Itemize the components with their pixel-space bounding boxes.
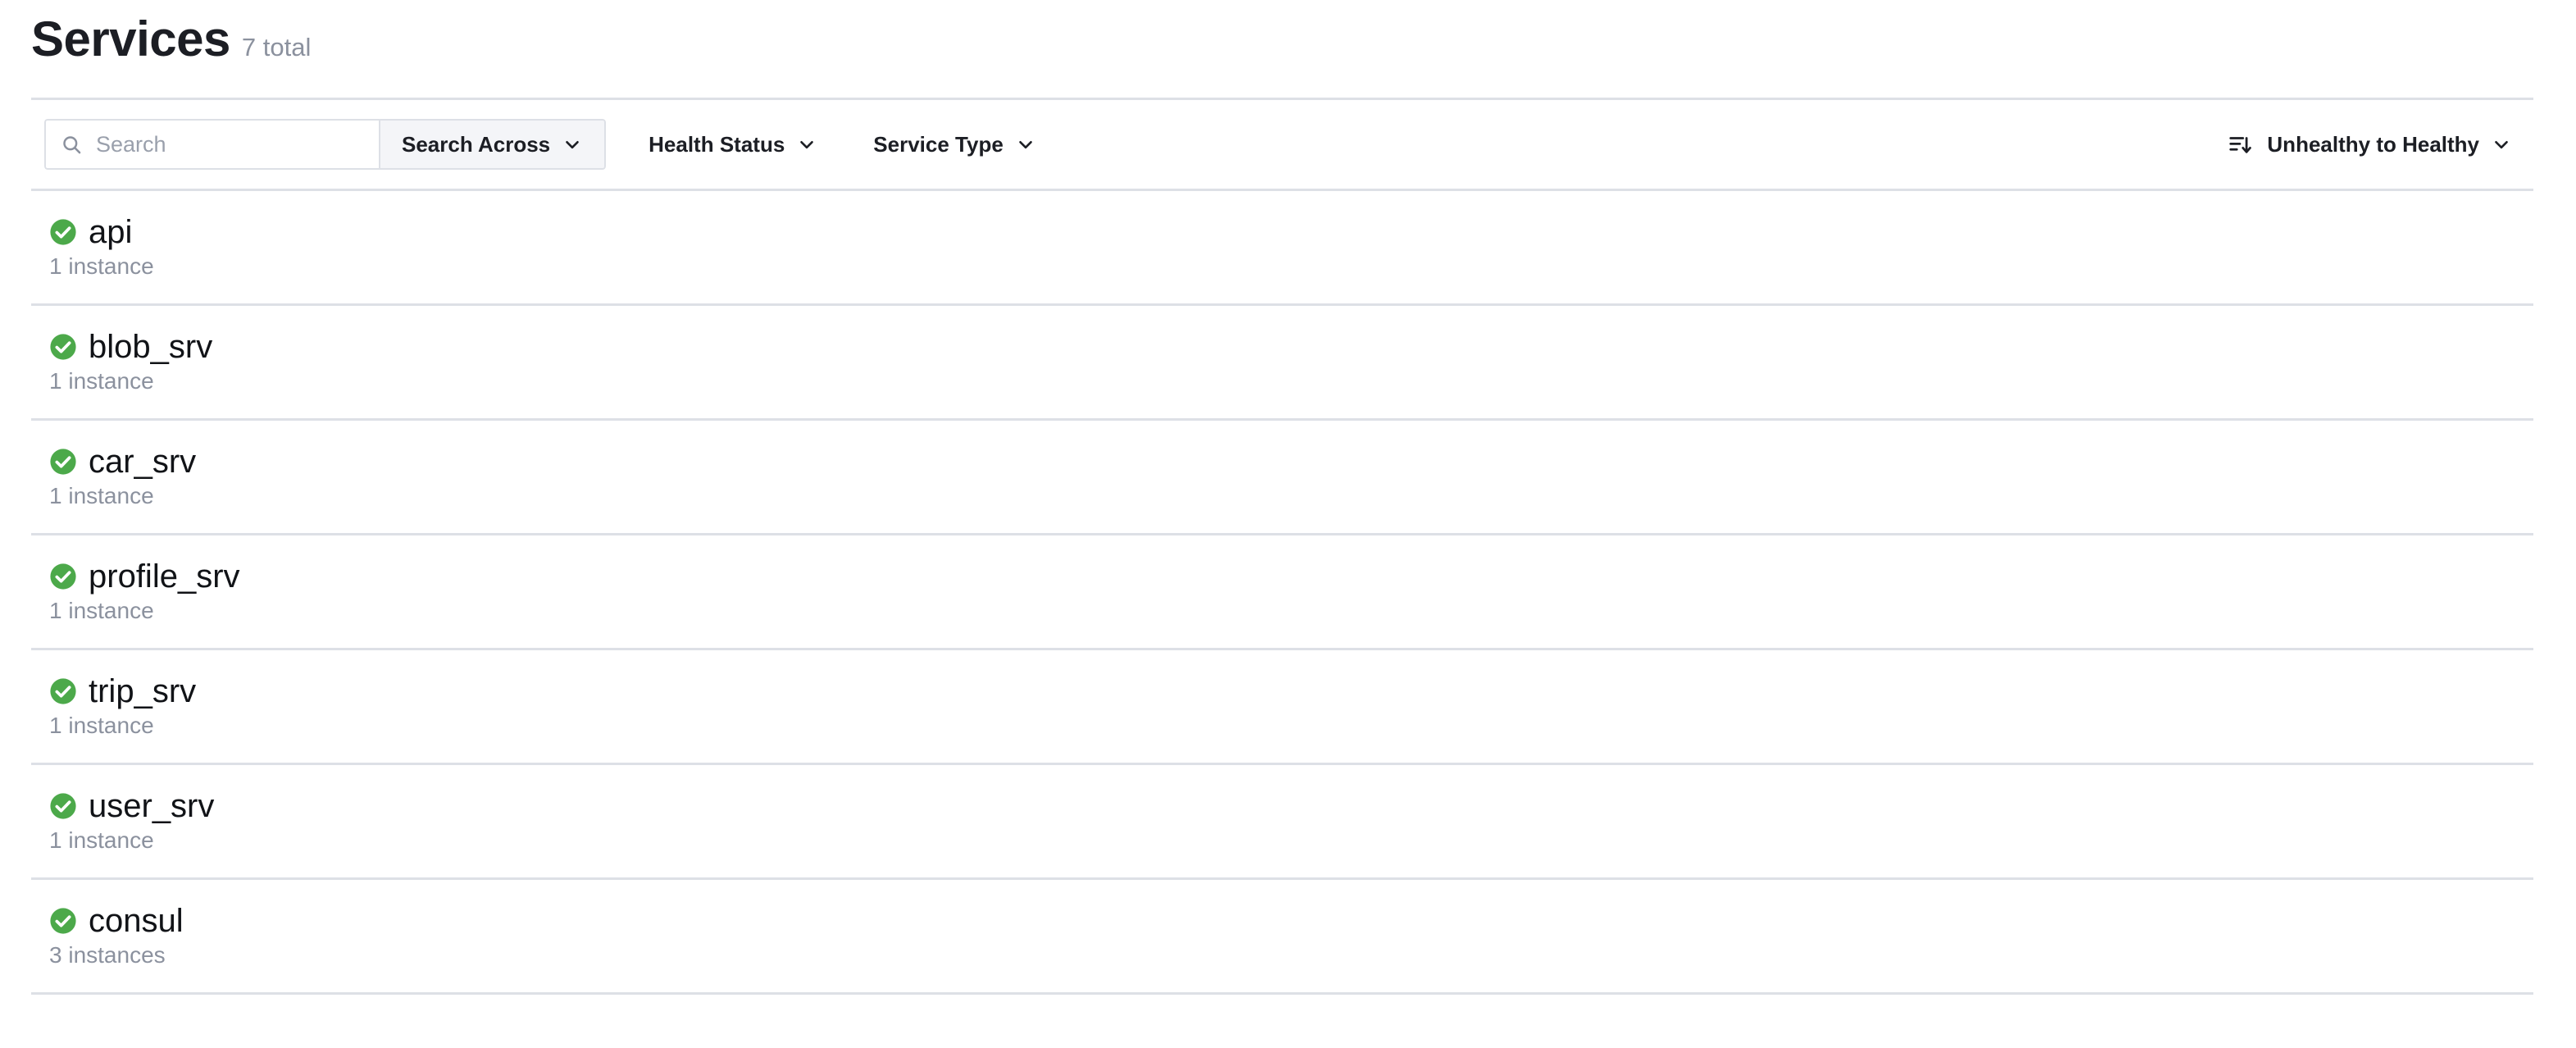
service-title-line: blob_srv bbox=[49, 330, 2533, 364]
service-instance-count: 3 instances bbox=[49, 942, 166, 968]
service-name: profile_srv bbox=[89, 558, 240, 595]
chevron-down-icon bbox=[550, 134, 583, 155]
service-list: api 1 instance blob_srv 1 instance car_srv 1 … bbox=[31, 191, 2533, 995]
check-circle-icon bbox=[49, 677, 89, 705]
service-row[interactable]: blob_srv 1 instance bbox=[31, 306, 2533, 421]
page-header: Services 7 total bbox=[0, 0, 2576, 79]
search-input[interactable] bbox=[96, 131, 358, 157]
check-circle-icon bbox=[49, 907, 89, 935]
chevron-down-icon bbox=[785, 134, 817, 155]
sort-label: Unhealthy to Healthy bbox=[2267, 131, 2479, 157]
check-circle-icon bbox=[49, 792, 89, 820]
service-row[interactable]: api 1 instance bbox=[31, 191, 2533, 306]
service-name: api bbox=[89, 214, 133, 251]
service-row[interactable]: consul 3 instances bbox=[31, 880, 2533, 995]
search-group: Search Across bbox=[44, 119, 607, 170]
service-name: consul bbox=[89, 903, 184, 940]
check-circle-icon bbox=[49, 218, 89, 246]
service-title-line: api bbox=[49, 215, 2533, 249]
service-title-line: profile_srv bbox=[49, 559, 2533, 594]
service-row[interactable]: car_srv 1 instance bbox=[31, 421, 2533, 535]
check-circle-icon bbox=[49, 333, 89, 361]
service-name: trip_srv bbox=[89, 673, 197, 710]
page-title: Services bbox=[31, 11, 230, 66]
service-title-line: consul bbox=[49, 904, 2533, 938]
sort-descending-icon bbox=[2228, 132, 2267, 157]
chevron-down-icon bbox=[2479, 134, 2512, 155]
service-name: car_srv bbox=[89, 444, 197, 481]
search-across-dropdown[interactable]: Search Across bbox=[379, 119, 607, 170]
service-count-label: 7 total bbox=[241, 33, 312, 62]
chevron-down-icon bbox=[1004, 134, 1036, 155]
search-icon bbox=[61, 134, 96, 156]
service-name: blob_srv bbox=[89, 329, 213, 366]
search-field[interactable] bbox=[44, 119, 379, 170]
filter-toolbar: Search Across Health Status Service Type bbox=[31, 98, 2533, 191]
service-instance-count: 1 instance bbox=[49, 713, 154, 739]
service-row[interactable]: trip_srv 1 instance bbox=[31, 650, 2533, 765]
check-circle-icon bbox=[49, 448, 89, 476]
service-instance-count: 1 instance bbox=[49, 483, 154, 509]
service-instance-count: 1 instance bbox=[49, 253, 154, 280]
service-type-filter-label: Service Type bbox=[873, 131, 1004, 157]
services-page: Services 7 total Search Across bbox=[0, 0, 2576, 1048]
health-status-filter-label: Health Status bbox=[649, 131, 785, 157]
sort-control[interactable]: Unhealthy to Healthy bbox=[2219, 119, 2520, 170]
service-title-line: car_srv bbox=[49, 444, 2533, 479]
search-across-label: Search Across bbox=[402, 131, 551, 157]
service-title-line: trip_srv bbox=[49, 674, 2533, 709]
service-title-line: user_srv bbox=[49, 789, 2533, 823]
service-type-filter[interactable]: Service Type bbox=[860, 119, 1049, 170]
service-instance-count: 1 instance bbox=[49, 368, 154, 394]
service-row[interactable]: user_srv 1 instance bbox=[31, 765, 2533, 880]
check-circle-icon bbox=[49, 563, 89, 590]
service-row[interactable]: profile_srv 1 instance bbox=[31, 535, 2533, 650]
service-name: user_srv bbox=[89, 788, 215, 825]
service-instance-count: 1 instance bbox=[49, 598, 154, 624]
health-status-filter[interactable]: Health Status bbox=[635, 119, 831, 170]
service-instance-count: 1 instance bbox=[49, 827, 154, 854]
